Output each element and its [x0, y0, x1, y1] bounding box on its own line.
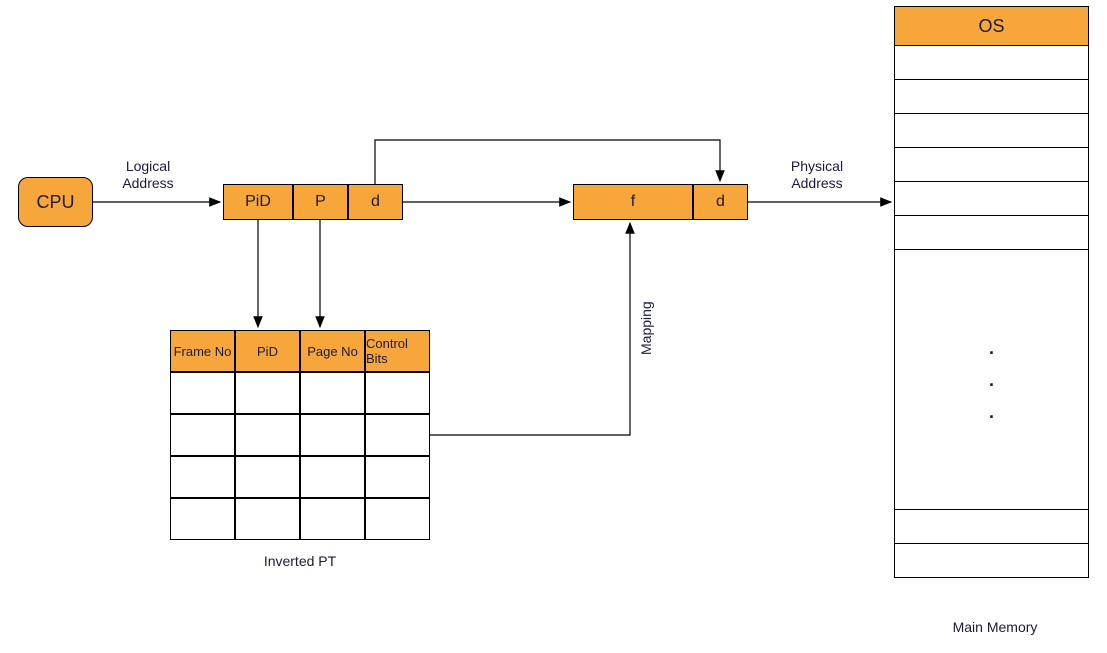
memory-header-os: OS: [894, 6, 1089, 46]
ellipsis-dot: .: [989, 371, 994, 389]
memory-row: [894, 148, 1089, 182]
memory-row: [894, 46, 1089, 80]
label-mapping: Mapping: [638, 288, 655, 368]
label-inverted-pt: Inverted PT: [250, 553, 350, 570]
logical-field-d: d: [348, 184, 403, 220]
ipt-header-controlbits: Control Bits: [365, 330, 430, 372]
ipt-header-pid: PiD: [235, 330, 300, 372]
memory-row: [894, 544, 1089, 578]
ipt-cell: [300, 498, 365, 540]
ipt-cell: [300, 372, 365, 414]
memory-row: [894, 510, 1089, 544]
memory-row: [894, 216, 1089, 250]
inverted-page-table: Frame No PiD Page No Control Bits: [170, 330, 430, 540]
label-physical-address: Physical Address: [777, 158, 857, 192]
ipt-cell: [235, 372, 300, 414]
ipt-cell: [170, 498, 235, 540]
ipt-cell: [300, 456, 365, 498]
logical-field-pid: PiD: [223, 184, 293, 220]
memory-row: [894, 114, 1089, 148]
label-logical-address: Logical Address: [108, 158, 188, 192]
ipt-cell: [365, 456, 430, 498]
physical-field-d: d: [693, 184, 748, 220]
ipt-cell: [235, 456, 300, 498]
label-main-memory: Main Memory: [940, 619, 1050, 636]
memory-row: [894, 80, 1089, 114]
ipt-cell: [365, 414, 430, 456]
ipt-cell: [365, 498, 430, 540]
ellipsis-dot: .: [989, 403, 994, 421]
cpu-block: CPU: [18, 177, 93, 227]
memory-ellipsis: . . .: [894, 250, 1089, 510]
ipt-cell: [170, 456, 235, 498]
ipt-cell: [170, 372, 235, 414]
ipt-cell: [170, 414, 235, 456]
ipt-cell: [365, 372, 430, 414]
main-memory: OS . . .: [894, 6, 1089, 578]
ipt-header-pageno: Page No: [300, 330, 365, 372]
memory-row: [894, 182, 1089, 216]
ipt-cell: [300, 414, 365, 456]
physical-field-f: f: [573, 184, 693, 220]
ipt-header-frameno: Frame No: [170, 330, 235, 372]
ipt-cell: [235, 498, 300, 540]
ipt-cell: [235, 414, 300, 456]
ellipsis-dot: .: [989, 339, 994, 357]
logical-field-p: P: [293, 184, 348, 220]
